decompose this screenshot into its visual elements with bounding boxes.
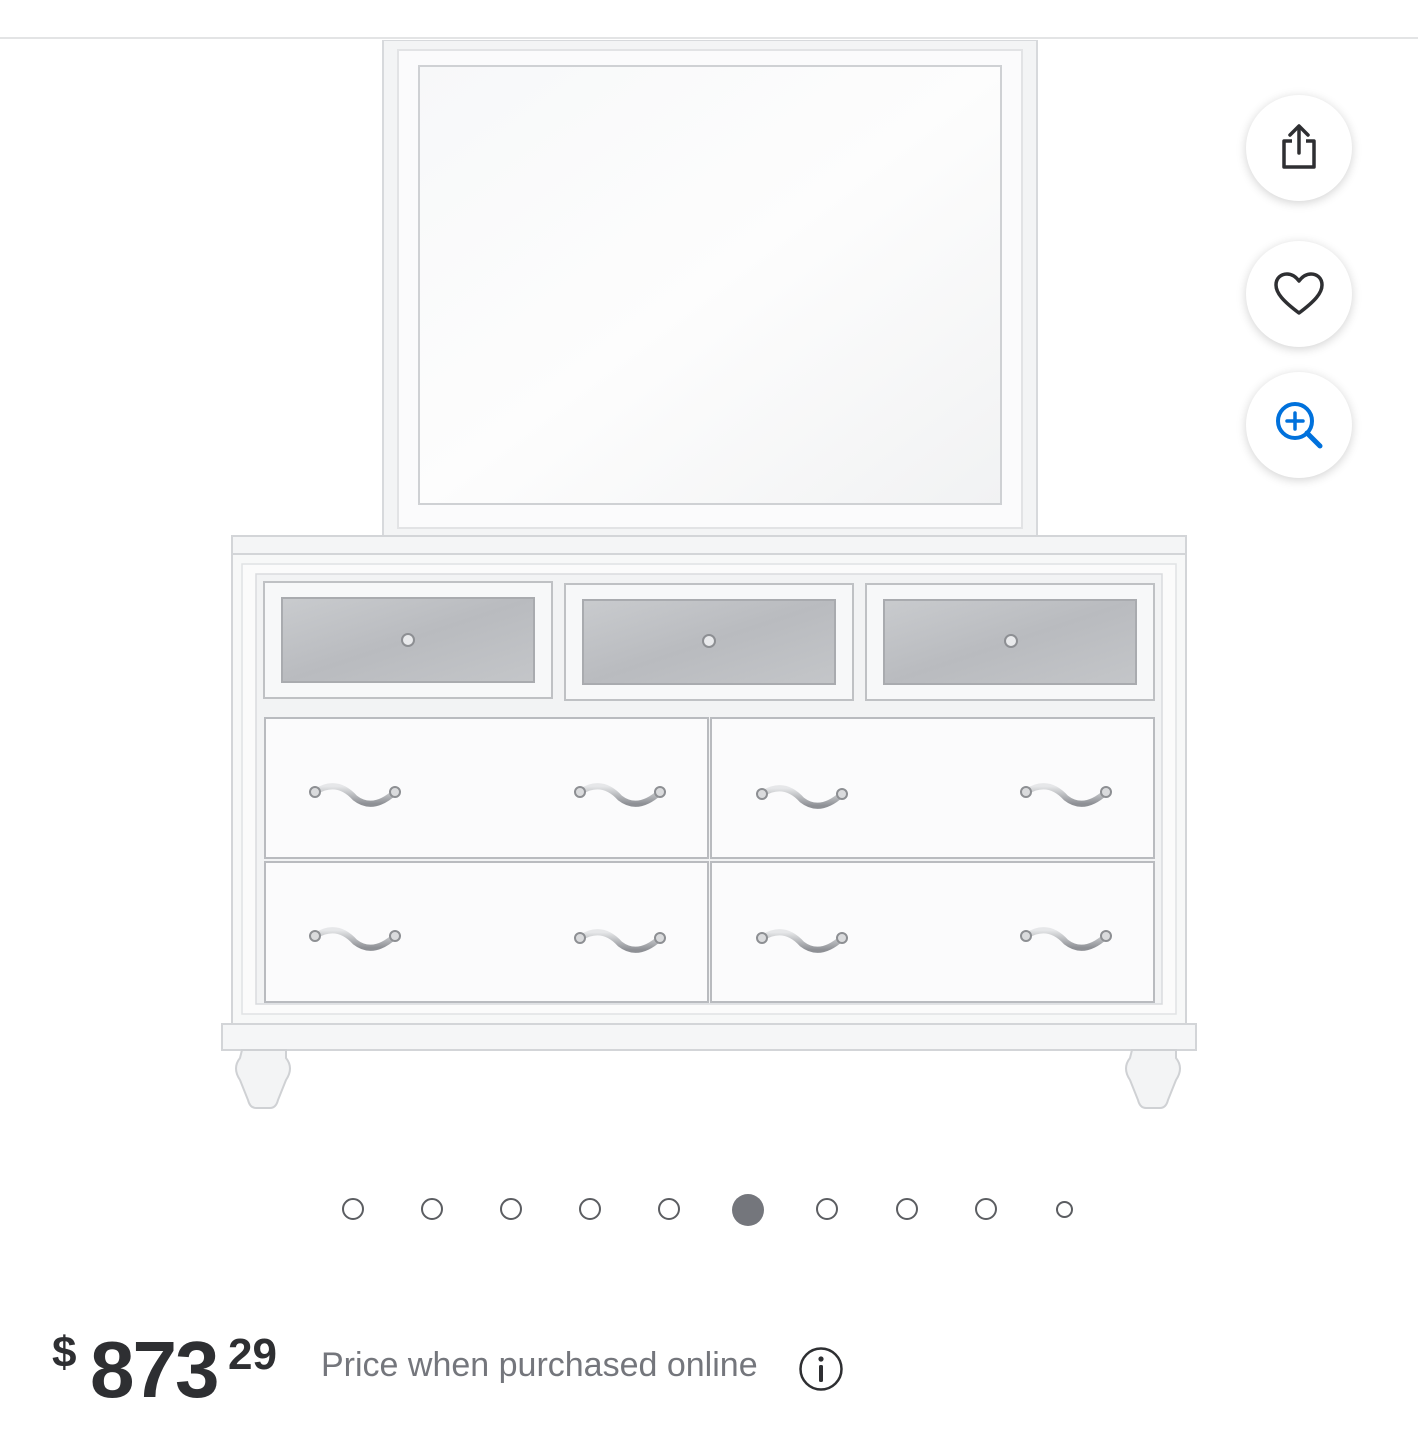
carousel-dot-8[interactable] [896,1198,918,1220]
carousel-pagination [0,1194,1418,1228]
zoom-button[interactable] [1246,372,1352,478]
price-cents: 29 [228,1330,277,1379]
share-button[interactable] [1246,95,1352,201]
header-divider [0,37,1418,39]
carousel-dot-3[interactable] [500,1198,522,1220]
top-drawers [263,581,1155,701]
mirror [382,39,1038,541]
share-icon [1282,124,1316,169]
favorite-button[interactable] [1246,241,1352,347]
carousel-dot-4[interactable] [579,1198,601,1220]
price-currency: $ [52,1328,77,1377]
carousel-dot-1[interactable] [342,1198,364,1220]
heart-icon [1274,272,1324,315]
price-dollars: 873 [90,1325,219,1414]
carousel-dot-5[interactable] [658,1198,680,1220]
product-image[interactable] [220,39,1198,1110]
dresser-illustration [221,39,1197,1109]
carousel-dot-10[interactable] [1056,1201,1073,1218]
info-icon[interactable] [798,1346,844,1392]
carousel-dot-2[interactable] [421,1198,443,1220]
carousel-dot-9[interactable] [975,1198,997,1220]
carousel-dot-6-active[interactable] [732,1194,764,1226]
carousel-dot-7[interactable] [816,1198,838,1220]
price-note: Price when purchased online [321,1346,758,1384]
zoom-in-icon [1276,402,1323,449]
